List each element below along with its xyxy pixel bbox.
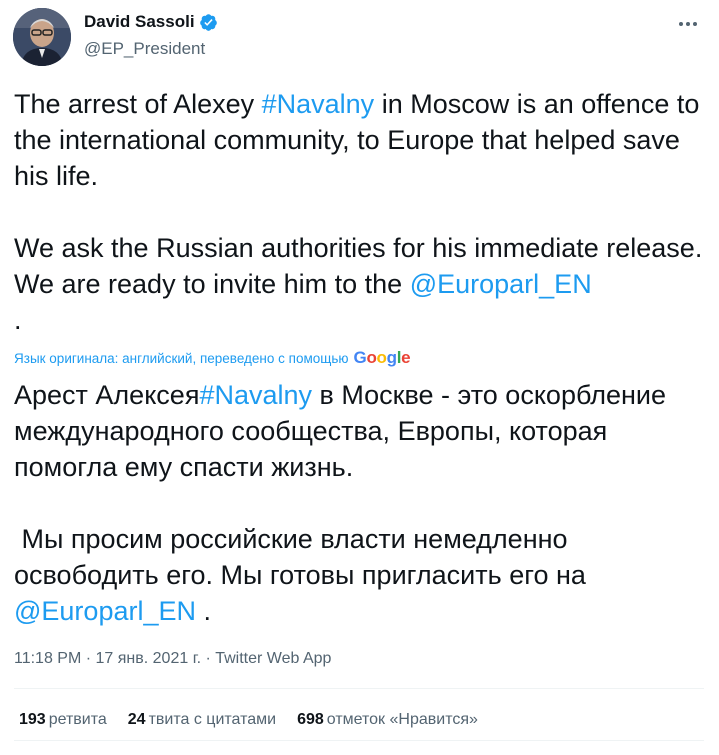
likes-stat[interactable]: 698 отметок «Нравится» [297,711,478,729]
avatar[interactable] [13,8,71,66]
tweet-card: David Sassoli @EP_President The arrest o… [0,0,719,755]
translation-notice[interactable]: Язык оригинала: английский, переведено с… [14,348,411,368]
text-segment: Арест Алексея [14,380,200,410]
retweets-count: 193 [19,711,46,728]
likes-count: 698 [297,711,324,728]
text-segment: Мы просим российские власти немедленно о… [14,524,594,590]
hashtag-link[interactable]: #Navalny [262,89,375,119]
tweet-text-paragraph-2: We ask the Russian authorities for his i… [14,230,704,338]
hashtag-link[interactable]: #Navalny [199,380,312,410]
tweet-date[interactable]: 17 янв. 2021 г. [96,650,202,667]
divider [14,740,704,741]
divider [14,688,704,689]
google-logo: Google [353,348,411,367]
quote-tweets-count: 24 [127,711,146,728]
likes-label: отметок «Нравится» [326,711,478,728]
tweet-source[interactable]: Twitter Web App [215,650,331,667]
more-options-icon[interactable] [675,14,701,34]
mention-link[interactable]: @Europarl_EN [410,269,592,299]
translated-text-paragraph-2: Мы просим российские власти немедленно о… [14,521,704,629]
translated-text-paragraph-1: Арест Алексея#Navalny в Москве - это оск… [14,377,704,485]
author-name-row[interactable]: David Sassoli [84,12,218,32]
tweet-text-paragraph-1: The arrest of Alexey #Navalny in Moscow … [14,86,704,194]
text-segment: . [14,305,22,335]
text-segment: We ask the Russian authorities for his i… [14,233,710,299]
meta-separator: · [81,650,96,667]
meta-separator: · [201,650,216,667]
retweets-label: ретвита [48,711,107,728]
translation-notice-text: Язык оригинала: английский, переведено с… [14,350,349,366]
text-segment: . [196,596,212,626]
quote-tweets-stat[interactable]: 24 твита с цитатами [128,711,276,729]
author-handle[interactable]: @EP_President [84,39,205,59]
tweet-time[interactable]: 11:18 PM [14,650,81,667]
mention-link[interactable]: @Europarl_EN [14,596,196,626]
text-segment: The arrest of Alexey [14,89,262,119]
quote-tweets-label: твита с цитатами [148,711,277,728]
retweets-stat[interactable]: 193 ретвита [19,711,107,729]
verified-badge-icon [199,13,218,32]
tweet-metadata: 11:18 PM · 17 янв. 2021 г. · Twitter Web… [14,650,331,668]
author-name[interactable]: David Sassoli [84,12,195,32]
engagement-stats: 193 ретвита 24 твита с цитатами 698 отметок… [19,711,499,729]
